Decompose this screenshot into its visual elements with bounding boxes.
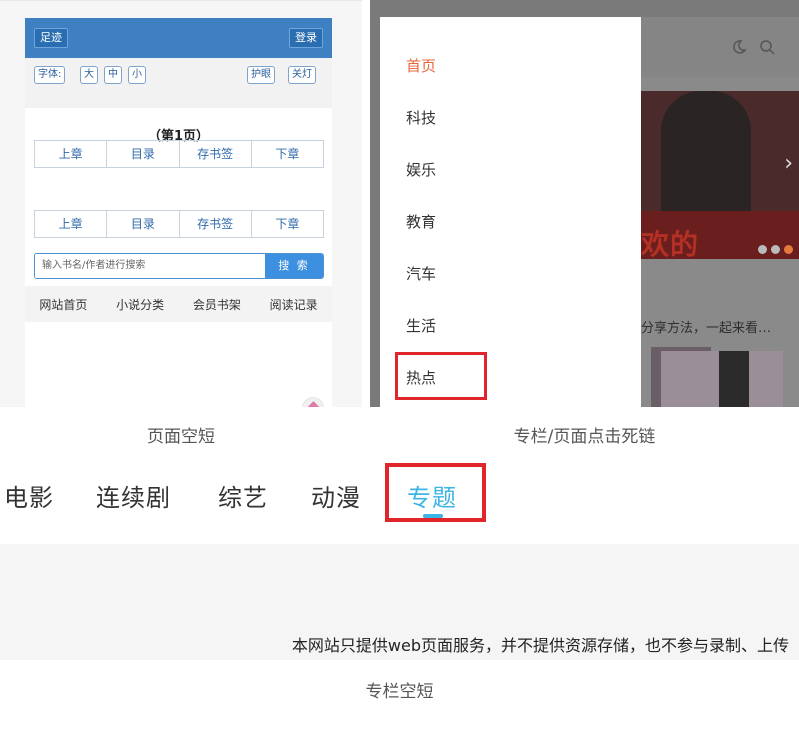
caption-topics: 专栏空短 — [365, 682, 434, 702]
disclaimer-text: 本网站只提供web页面服务，并不提供资源存储，也不参与录制、上传 — [291, 636, 789, 655]
tab-variety[interactable]: 综艺 — [218, 478, 268, 513]
reader-screenshot: 足迹 登录 字体: 大 中 小 护眼 关灯 （第1页） 上章 目录 存书签 下章… — [0, 0, 362, 407]
catalog-link[interactable]: 目录 — [107, 211, 180, 237]
footprint-button[interactable]: 足迹 — [34, 28, 68, 48]
chapter-nav-top: 上章 目录 存书签 下章 — [34, 140, 324, 168]
menu-item-entertainment[interactable]: 娱乐 — [406, 159, 436, 180]
carousel-dot-active[interactable] — [784, 245, 793, 254]
moon-icon[interactable] — [731, 39, 747, 55]
footer-item-history[interactable]: 阅读记录 — [270, 296, 318, 313]
tab-movies[interactable]: 电影 — [4, 478, 54, 513]
caption-reader: 页面空短 — [147, 427, 215, 447]
page-footer: 本网站只提供web页面服务，并不提供资源存储，也不参与录制、上传 — [0, 544, 799, 660]
carousel-dots — [754, 239, 793, 258]
side-menu: 首页 科技 娱乐 教育 汽车 生活 热点 — [380, 17, 641, 407]
light-off-button[interactable]: 关灯 — [288, 66, 316, 84]
carousel-dot[interactable] — [771, 245, 780, 254]
login-button[interactable]: 登录 — [289, 28, 323, 48]
reader-page: 足迹 登录 字体: 大 中 小 护眼 关灯 （第1页） 上章 目录 存书签 下章… — [25, 18, 332, 407]
footer-item-categories[interactable]: 小说分类 — [116, 296, 164, 313]
chapter-nav-bottom: 上章 目录 存书签 下章 — [34, 210, 324, 238]
side-menu-screenshot: 首页 科技 娱乐 教育 汽车 生活 热点 欢的 › 分享方法，一起来看… — [370, 0, 799, 407]
footer-item-bookshelf[interactable]: 会员书架 — [193, 296, 241, 313]
bookmark-link[interactable]: 存书签 — [180, 141, 252, 167]
next-chapter-link[interactable]: 下章 — [252, 211, 323, 237]
font-medium-button[interactable]: 中 — [104, 66, 122, 84]
article-thumbnail — [661, 351, 783, 407]
diamond-icon — [307, 401, 320, 407]
divider — [0, 0, 362, 1]
active-tab-underline — [423, 514, 443, 518]
tab-anime[interactable]: 动漫 — [311, 478, 361, 513]
search-input[interactable]: 输入书名/作者进行搜索 — [35, 254, 266, 278]
menu-item-education[interactable]: 教育 — [406, 211, 436, 232]
menu-item-auto[interactable]: 汽车 — [406, 263, 436, 284]
caption-side-menu: 专栏/页面点击死链 — [513, 427, 656, 447]
font-toolbar: 字体: 大 中 小 护眼 关灯 — [25, 58, 332, 108]
menu-item-life[interactable]: 生活 — [406, 315, 436, 336]
chevron-right-icon[interactable]: › — [784, 151, 793, 176]
top-bar: 足迹 登录 — [25, 18, 332, 58]
carousel-dot[interactable] — [758, 245, 767, 254]
banner-text: 欢的 — [641, 228, 700, 259]
next-chapter-link[interactable]: 下章 — [252, 141, 323, 167]
search-bar: 输入书名/作者进行搜索 搜 索 — [34, 253, 324, 279]
prev-chapter-link[interactable]: 上章 — [35, 211, 108, 237]
thumbnail-shade — [719, 351, 749, 407]
prev-chapter-link[interactable]: 上章 — [35, 141, 108, 167]
eye-protect-button[interactable]: 护眼 — [247, 66, 275, 84]
menu-item-tech[interactable]: 科技 — [406, 107, 436, 128]
font-large-button[interactable]: 大 — [80, 66, 98, 84]
footer-nav: 网站首页 小说分类 会员书架 阅读记录 — [25, 286, 332, 322]
font-small-button[interactable]: 小 — [128, 66, 146, 84]
page-background-overlay: 欢的 › 分享方法，一起来看… — [641, 17, 799, 407]
font-label: 字体: — [34, 66, 66, 84]
menu-item-home[interactable]: 首页 — [406, 55, 436, 76]
footer-item-home[interactable]: 网站首页 — [39, 296, 87, 313]
highlight-box — [395, 352, 487, 400]
carousel-banner[interactable]: 欢的 › — [641, 91, 799, 259]
article-teaser[interactable]: 分享方法，一起来看… — [641, 317, 771, 336]
tab-series[interactable]: 连续剧 — [96, 478, 171, 513]
search-button[interactable]: 搜 索 — [265, 254, 323, 278]
search-icon[interactable] — [759, 39, 775, 55]
catalog-link[interactable]: 目录 — [107, 141, 180, 167]
bookmark-link[interactable]: 存书签 — [180, 211, 252, 237]
page-header — [641, 17, 799, 77]
